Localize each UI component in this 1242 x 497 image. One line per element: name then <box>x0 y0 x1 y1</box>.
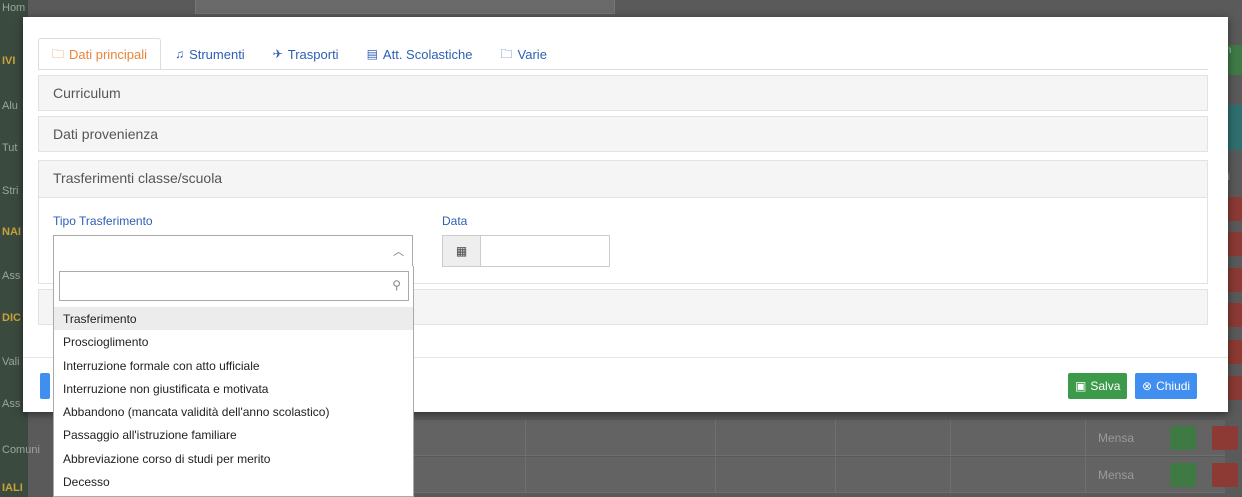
tipo-trasferimento-select[interactable]: ︿ <box>53 235 413 267</box>
close-button[interactable]: ⊗ Chiudi <box>1135 373 1198 399</box>
sidebar-label: Ass <box>2 270 21 282</box>
sidebar-label: Hom <box>2 2 26 14</box>
tipo-trasferimento-label: Tipo Trasferimento <box>53 214 153 228</box>
sidebar-label: Ass <box>2 398 21 410</box>
tabs-divider <box>38 69 1208 70</box>
panel-title: Trasferimenti classe/scuola <box>53 170 223 186</box>
sidebar-label: Alu <box>2 100 18 112</box>
data-input-group[interactable]: ▦ <box>442 235 610 267</box>
search-icon: ⚲ <box>392 278 401 292</box>
close-label: Chiudi <box>1156 379 1191 393</box>
close-icon: ⊗ <box>1142 379 1153 393</box>
sidebar-label: Vali <box>2 356 20 368</box>
dropdown-option[interactable]: Proscioglimento <box>54 330 413 353</box>
table-row: Mensa <box>370 420 1238 456</box>
dropdown-option[interactable]: Passaggio all'istruzione familiare <box>54 423 413 446</box>
tab-att-scolastiche[interactable]: ▤ Att. Scolastiche <box>353 38 487 70</box>
tab-label: Trasporti <box>287 47 339 62</box>
sidebar-label: DIC <box>2 312 21 324</box>
dropdown-option[interactable]: Interruzione formale con atto ufficiale <box>54 354 413 377</box>
tab-label: Att. Scolastiche <box>382 47 473 62</box>
panel-title: Curriculum <box>53 85 121 101</box>
dropdown-search-input[interactable]: ⚲ <box>59 271 409 301</box>
sidebar-label: Comuni <box>2 444 40 456</box>
dropdown-option[interactable]: Interruzione non giustificata e motivata <box>54 377 413 400</box>
panel-title: Dati provenienza <box>53 126 159 142</box>
list-icon <box>1170 426 1196 450</box>
table-row: Mensa <box>370 457 1238 493</box>
trash-icon <box>1212 426 1238 450</box>
music-icon: ♫ <box>175 47 185 61</box>
tab-varie[interactable]: 🗀 Varie <box>487 38 561 70</box>
modal-tabs: 🗀 Dati principali ♫ Strumenti ✈ Trasport… <box>38 38 561 70</box>
tab-label: Varie <box>517 47 547 62</box>
tab-dati-principali[interactable]: 🗀 Dati principali <box>38 38 162 70</box>
panel-curriculum[interactable]: Curriculum <box>38 75 1208 111</box>
chevron-up-icon: ︿ <box>393 246 404 258</box>
data-label: Data <box>442 214 468 228</box>
background-search-field <box>195 0 615 14</box>
panel-trasferimenti[interactable]: Trasferimenti classe/scuola <box>38 160 1208 198</box>
save-button[interactable]: ▣ Salva <box>1068 373 1128 399</box>
sidebar-label: Stri <box>2 185 19 197</box>
sidebar-label: IVI <box>2 55 16 67</box>
dropdown-options: Trasferimento Proscioglimento Interruzio… <box>54 307 413 493</box>
book-icon: ▤ <box>366 47 378 61</box>
footer-left-button[interactable] <box>40 373 50 399</box>
list-icon <box>1170 463 1196 487</box>
table-cell-mensa: Mensa <box>1098 468 1135 482</box>
table-cell-mensa: Mensa <box>1098 431 1135 445</box>
dropdown-option[interactable]: Decesso <box>54 470 413 493</box>
sidebar-label: IALI <box>2 482 23 494</box>
tab-trasporti[interactable]: ✈ Trasporti <box>259 38 353 70</box>
folder-icon: 🗀 <box>500 47 513 61</box>
save-label: Salva <box>1090 379 1121 393</box>
plane-icon: ✈ <box>272 47 283 61</box>
calendar-icon[interactable]: ▦ <box>443 236 481 266</box>
sidebar-label: Tut <box>2 142 18 154</box>
save-icon: ▣ <box>1075 379 1087 393</box>
tab-strumenti[interactable]: ♫ Strumenti <box>161 38 259 70</box>
tipo-trasferimento-dropdown: ⚲ Trasferimento Proscioglimento Interruz… <box>53 266 414 497</box>
dropdown-option[interactable]: Abbandono (mancata validità dell'anno sc… <box>54 400 413 423</box>
tab-label: Strumenti <box>189 47 245 62</box>
dropdown-option[interactable]: Abbreviazione corso di studi per merito <box>54 447 413 470</box>
background-table: Mensa Mensa <box>370 410 1238 497</box>
dropdown-option[interactable]: Trasferimento <box>54 307 413 331</box>
panel-dati-provenienza[interactable]: Dati provenienza <box>38 116 1208 152</box>
sidebar-label: NAI <box>2 226 21 238</box>
folder-icon: 🗀 <box>52 47 65 61</box>
trash-icon <box>1212 463 1238 487</box>
tab-label: Dati principali <box>69 47 148 62</box>
